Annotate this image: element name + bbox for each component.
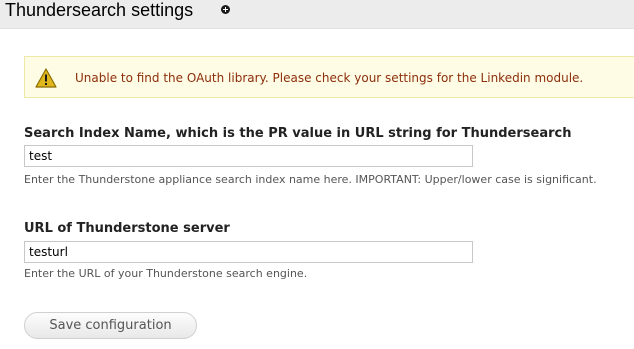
server-url-input[interactable] xyxy=(24,241,473,263)
add-shortcut-icon[interactable] xyxy=(221,5,230,14)
index-name-description: Enter the Thunderstone appliance search … xyxy=(24,173,597,186)
page-header: Thundersearch settings xyxy=(0,0,634,29)
warning-message: Unable to find the OAuth library. Please… xyxy=(24,56,634,98)
warning-icon xyxy=(35,68,57,88)
warning-text: Unable to find the OAuth library. Please… xyxy=(75,71,584,85)
save-configuration-button[interactable]: Save configuration xyxy=(24,312,197,339)
server-url-label: URL of Thunderstone server xyxy=(24,221,230,236)
index-name-label: Search Index Name, which is the PR value… xyxy=(24,126,572,141)
page-title: Thundersearch settings xyxy=(5,0,194,20)
index-name-input[interactable] xyxy=(24,145,473,167)
server-url-description: Enter the URL of your Thunderstone searc… xyxy=(24,267,308,280)
